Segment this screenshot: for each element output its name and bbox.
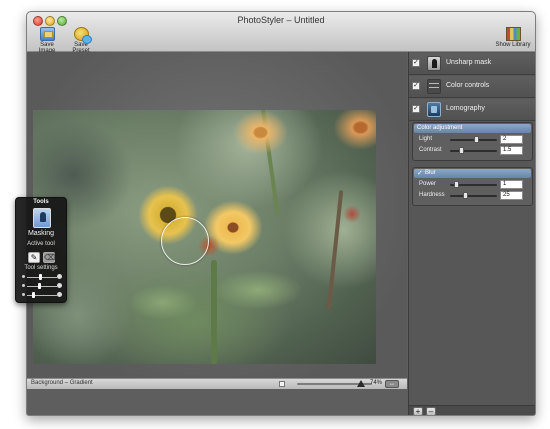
light-slider-handle[interactable] — [474, 136, 480, 143]
brush-softness-handle[interactable] — [37, 283, 41, 289]
app-window: PhotoStyler – Untitled Save Image Save P… — [26, 11, 536, 416]
add-filter-button[interactable]: + — [413, 407, 423, 415]
brush-opacity-setting[interactable] — [22, 292, 62, 298]
low-opacity-icon — [22, 293, 25, 296]
small-size-icon — [22, 275, 25, 278]
light-label: Light — [419, 136, 433, 142]
hardness-label: Hardness — [419, 192, 445, 198]
show-library-label: Show Library — [495, 42, 531, 48]
filter-color-controls[interactable]: ✓ Color controls — [409, 76, 535, 98]
masking-icon — [33, 208, 51, 228]
status-bar: Background – Gradient 74% ↔ — [27, 378, 407, 389]
color-controls-icon — [427, 79, 441, 94]
color-adjustment-group: Color adjustment Light 2 Contrast 1.5 — [412, 122, 533, 161]
photo-flower — [233, 110, 288, 155]
tools-title: Tools — [33, 199, 49, 205]
contrast-slider[interactable] — [450, 150, 497, 152]
mask-brush-cursor — [161, 217, 209, 265]
high-opacity-icon — [57, 292, 62, 297]
photo-flower — [333, 110, 376, 150]
filter-unsharp-mask[interactable]: ✓ Unsharp mask — [409, 53, 535, 75]
light-value-field[interactable]: 2 — [500, 135, 523, 144]
zoom-percentage: 74% — [370, 380, 383, 386]
title-bar: PhotoStyler – Untitled Save Image Save P… — [27, 12, 535, 54]
color-adjustment-header: Color adjustment — [414, 124, 531, 133]
show-library-button[interactable]: Show Library — [495, 27, 531, 48]
save-preset-button[interactable]: Save Preset — [65, 27, 97, 54]
photo-bud — [343, 205, 361, 223]
blur-title: Blur — [425, 170, 436, 176]
filter-panel: ✓ Unsharp mask ✓ Color controls ✓ Lomogr… — [408, 52, 535, 415]
filter-panel-footer: + – — [409, 405, 535, 415]
large-size-icon — [57, 274, 62, 279]
power-value-field[interactable]: 1 — [500, 180, 523, 189]
power-slider-handle[interactable] — [454, 181, 460, 188]
soft-edge-icon — [22, 284, 25, 287]
photo-stem — [211, 260, 217, 364]
photo-leaf — [128, 285, 198, 320]
tool-settings-label: Tool settings — [24, 265, 58, 271]
save-image-icon — [39, 27, 55, 41]
lomography-icon — [427, 102, 441, 117]
hardness-value-field[interactable]: 25 — [500, 191, 523, 200]
current-tool-name: Masking — [27, 230, 55, 237]
eraser-tool-icon[interactable]: ⌫ — [43, 252, 55, 263]
unsharp-icon — [427, 56, 441, 71]
brush-opacity-handle[interactable] — [32, 292, 36, 298]
hardness-slider-handle[interactable] — [463, 192, 469, 199]
lomography-checkbox[interactable]: ✓ — [412, 105, 420, 113]
photo-leaf — [213, 270, 303, 310]
contrast-slider-handle[interactable] — [458, 147, 464, 154]
canvas-area[interactable]: Background – Gradient 74% ↔ — [27, 52, 407, 389]
zoom-slider-handle[interactable] — [357, 380, 366, 387]
blur-header[interactable]: ✓ Blur — [414, 169, 531, 178]
contrast-label: Contrast — [419, 147, 442, 153]
filter-label: Unsharp mask — [446, 59, 492, 66]
blur-group: ✓ Blur Power 1 Hardness 25 — [412, 167, 533, 206]
hard-edge-icon — [57, 283, 62, 288]
window-title: PhotoStyler – Untitled — [237, 15, 325, 25]
light-row: Light 2 — [413, 134, 532, 145]
power-row: Power 1 — [413, 179, 532, 190]
brush-size-handle[interactable] — [39, 274, 43, 280]
filter-lomography[interactable]: ✓ Lomography — [409, 99, 535, 121]
contrast-row: Contrast 1.5 — [413, 145, 532, 156]
contrast-value-field[interactable]: 1.5 — [500, 146, 523, 155]
save-image-button[interactable]: Save Image — [32, 27, 62, 54]
unsharp-mask-checkbox[interactable]: ✓ — [412, 59, 420, 67]
brush-size-setting[interactable] — [22, 274, 62, 280]
blur-checkbox[interactable]: ✓ — [417, 170, 423, 177]
save-preset-icon — [73, 27, 92, 44]
layer-status: Background – Gradient — [31, 380, 93, 386]
hardness-slider[interactable] — [450, 195, 497, 197]
setting-track — [27, 286, 57, 287]
active-tool-label: Active tool — [27, 241, 55, 247]
photo-preview[interactable] — [33, 110, 376, 364]
zoom-out-icon[interactable] — [279, 381, 285, 387]
library-icon — [505, 27, 521, 41]
remove-filter-button[interactable]: – — [426, 407, 436, 415]
brush-softness-setting[interactable] — [22, 283, 62, 289]
filter-label: Color controls — [446, 82, 490, 89]
fit-to-window-button[interactable]: ↔ — [385, 380, 399, 388]
filter-label: Lomography — [446, 105, 485, 112]
color-controls-checkbox[interactable]: ✓ — [412, 82, 420, 90]
hardness-row: Hardness 25 — [413, 190, 532, 201]
power-label: Power — [419, 181, 437, 187]
tools-palette[interactable]: Tools Masking Active tool ✎ ⌫ Tool setti… — [15, 197, 67, 303]
brush-tool-icon[interactable]: ✎ — [28, 252, 40, 263]
